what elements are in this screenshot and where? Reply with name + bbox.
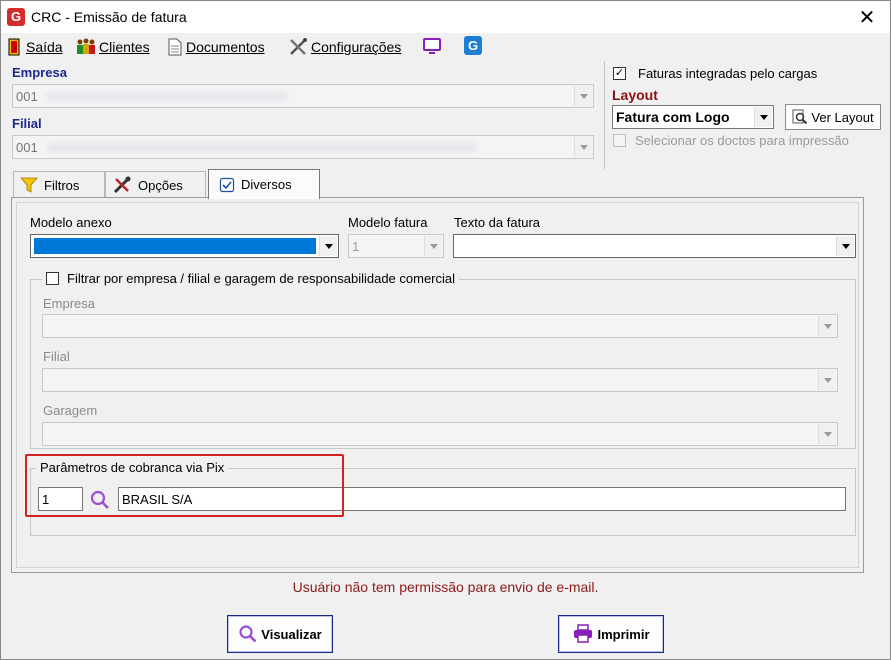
window-title: CRC - Emissão de fatura: [31, 9, 187, 25]
faturas-integradas-checkbox[interactable]: ✓: [613, 67, 626, 80]
layout-select[interactable]: Fatura com Logo: [612, 105, 774, 129]
modelo-fatura-value: 1: [352, 239, 360, 254]
app-g-icon[interactable]: G: [464, 36, 482, 55]
document-icon: [168, 38, 182, 56]
clients-group-icon: [77, 38, 95, 54]
modelo-anexo-label: Modelo anexo: [30, 215, 112, 230]
selecionar-doctos-label: Selecionar os doctos para impressão: [635, 133, 849, 148]
empresa-label: Empresa: [12, 65, 67, 80]
ver-layout-label: Ver Layout: [811, 109, 874, 125]
filial-value: 001: [16, 140, 38, 155]
selecionar-doctos-checkbox[interactable]: [613, 134, 626, 147]
chevron-down-icon[interactable]: [319, 236, 337, 256]
checkbox-icon: [219, 177, 235, 192]
exit-door-icon: [8, 38, 20, 56]
filtrar-checkbox[interactable]: [46, 272, 59, 285]
chevron-down-icon[interactable]: [574, 86, 592, 106]
layout-label: Layout: [612, 87, 658, 103]
filtrar-label: Filtrar por empresa / filial e garagem d…: [67, 271, 456, 286]
chevron-down-icon[interactable]: [754, 107, 772, 127]
filtro-filial-select[interactable]: [42, 368, 838, 392]
menu-clientes-label: Clientes: [99, 39, 150, 55]
chevron-down-icon[interactable]: [818, 424, 836, 444]
filtrar-legend: Filtrar por empresa / filial e garagem d…: [42, 271, 460, 286]
filtro-garagem-select[interactable]: [42, 422, 838, 446]
chevron-down-icon[interactable]: [836, 236, 854, 256]
chevron-down-icon[interactable]: [818, 316, 836, 336]
menu-documentos-label: Documentos: [186, 39, 265, 55]
tools-icon: [113, 176, 131, 194]
tab-diversos-label: Diversos: [241, 177, 292, 192]
filtro-garagem-label: Garagem: [43, 403, 98, 418]
modelo-anexo-selection: [34, 238, 316, 254]
printer-icon: [574, 624, 593, 643]
title-bar: G CRC - Emissão de fatura ✕: [1, 1, 890, 33]
menu-saida-label: Saída: [26, 39, 63, 55]
modelo-anexo-select[interactable]: [30, 234, 339, 258]
app-logo-icon: G: [7, 8, 25, 26]
tab-diversos[interactable]: Diversos: [208, 169, 320, 199]
chevron-down-icon[interactable]: [424, 236, 442, 256]
chevron-down-icon[interactable]: [818, 370, 836, 390]
empresa-redacted: [47, 92, 287, 101]
visualizar-label: Visualizar: [261, 626, 322, 642]
tools-icon: [290, 38, 307, 55]
tab-opcoes-label: Opções: [138, 177, 183, 193]
menu-bar: Saída Clientes Documentos Configurações …: [1, 33, 890, 59]
faturas-integradas-label: Faturas integradas pelo cargas: [638, 66, 818, 81]
magnifier-document-icon: [792, 109, 808, 125]
filtro-filial-label: Filial: [43, 349, 70, 364]
layout-value: Fatura com Logo: [616, 109, 730, 125]
filial-redacted: [47, 143, 477, 152]
tab-opcoes[interactable]: Opções: [105, 171, 206, 198]
modelo-fatura-select[interactable]: 1: [348, 234, 444, 258]
menu-clientes[interactable]: Clientes: [76, 37, 150, 57]
main-window: G CRC - Emissão de fatura ✕ Saída Client…: [0, 0, 891, 660]
filtro-empresa-label: Empresa: [43, 296, 96, 311]
menu-documentos[interactable]: Documentos: [167, 37, 265, 57]
modelo-fatura-label: Modelo fatura: [348, 215, 428, 230]
visualizar-button[interactable]: Visualizar: [227, 615, 333, 653]
chevron-down-icon[interactable]: [574, 137, 592, 157]
empresa-value: 001: [16, 89, 38, 104]
status-message: Usuário não tem permissão para envio de …: [292, 579, 599, 595]
tab-filtros[interactable]: Filtros: [13, 171, 105, 198]
search-icon: [239, 625, 257, 643]
imprimir-label: Imprimir: [597, 626, 650, 642]
menu-saida[interactable]: Saída: [7, 37, 63, 57]
texto-fatura-select[interactable]: [453, 234, 856, 258]
menu-configuracoes-label: Configurações: [311, 39, 402, 55]
close-button[interactable]: ✕: [852, 5, 882, 29]
vertical-divider: [604, 61, 605, 169]
monitor-icon[interactable]: [422, 37, 442, 55]
tab-filtros-label: Filtros: [44, 177, 80, 193]
menu-configuracoes[interactable]: Configurações: [289, 37, 401, 57]
highlight-box: [25, 454, 344, 517]
ver-layout-button[interactable]: Ver Layout: [785, 104, 881, 130]
filial-select[interactable]: 001: [12, 135, 594, 159]
filtro-empresa-select[interactable]: [42, 314, 838, 338]
imprimir-button[interactable]: Imprimir: [558, 615, 664, 653]
empresa-select[interactable]: 001: [12, 84, 594, 108]
texto-fatura-label: Texto da fatura: [454, 215, 540, 230]
funnel-icon: [20, 177, 38, 193]
filial-label: Filial: [12, 116, 42, 131]
